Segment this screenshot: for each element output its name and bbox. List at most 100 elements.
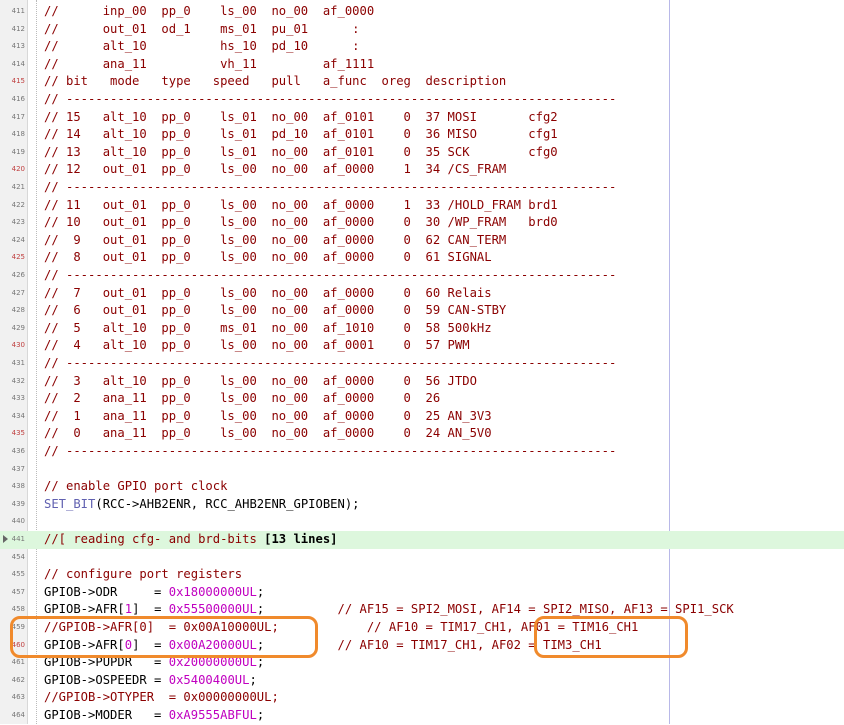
code-line[interactable]: 455 // configure port registers xyxy=(0,566,844,584)
code-line[interactable]: 432 // 3 alt_10 pp_0 ls_00 no_00 af_0000 … xyxy=(0,373,844,391)
code-text: // -------------------------------------… xyxy=(44,267,616,285)
line-number: 423 xyxy=(11,218,25,227)
code-token: // 4 alt_10 pp_0 ls_00 no_00 af_0001 0 5… xyxy=(44,338,470,353)
code-line[interactable]: 457 GPIOB->ODR = 0x18000000UL; xyxy=(0,584,844,602)
line-number: 411 xyxy=(11,7,25,15)
line-number: 434 xyxy=(11,411,25,420)
code-line[interactable]: 430 // 4 alt_10 pp_0 ls_00 no_00 af_0001 … xyxy=(0,337,844,355)
code-line[interactable]: 439 SET_BIT(RCC->AHB2ENR, RCC_AHB2ENR_GPI… xyxy=(0,496,844,514)
code-text: // 10 out_01 pp_0 ls_00 no_00 af_0000 0 … xyxy=(44,214,558,232)
code-token: // 10 out_01 pp_0 ls_00 no_00 af_0000 0 … xyxy=(44,215,558,230)
code-token: // 0 ana_11 pp_0 ls_00 no_00 af_0000 0 2… xyxy=(44,426,492,441)
line-number: 454 xyxy=(11,552,25,561)
code-text: // 3 alt_10 pp_0 ls_00 no_00 af_0000 0 5… xyxy=(44,373,477,391)
code-text: // 1 ana_11 pp_0 ls_00 no_00 af_0000 0 2… xyxy=(44,408,492,426)
line-number: 435 xyxy=(11,429,25,438)
code-token: // -------------------------------------… xyxy=(44,92,617,106)
code-line[interactable]: 421 // ----------------------------------… xyxy=(0,179,844,197)
code-line[interactable]: 464 GPIOB->MODER = 0xA9555ABFUL; xyxy=(0,707,844,725)
line-number: 438 xyxy=(11,482,25,491)
code-token: // -------------------------------------… xyxy=(44,268,617,282)
code-line[interactable]: 413 // alt_10 hs_10 pd_10 : xyxy=(0,38,844,56)
code-line[interactable]: 427 // 7 out_01 pp_0 ls_00 no_00 af_0000 … xyxy=(0,285,844,303)
line-number: 412 xyxy=(11,24,25,33)
code-token: // 8 out_01 pp_0 ls_00 no_00 af_0000 0 6… xyxy=(44,250,492,265)
code-line[interactable]: 438 // enable GPIO port clock xyxy=(0,478,844,496)
code-token: // AF15 = SPI2_MOSI, AF14 = SPI2_MISO, A… xyxy=(337,602,734,617)
code-token: // 3 alt_10 pp_0 ls_00 no_00 af_0000 0 5… xyxy=(44,373,477,388)
code-line[interactable]: 463 //GPIOB->OTYPER = 0x00000000UL; xyxy=(0,689,844,707)
code-line[interactable]: 454 xyxy=(0,549,844,567)
code-token: 1 xyxy=(124,602,133,617)
code-token: ; xyxy=(249,672,257,687)
code-token: // enable GPIO port clock xyxy=(44,479,228,494)
line-number: 431 xyxy=(11,359,25,367)
code-line[interactable]: 435 // 0 ana_11 pp_0 ls_00 no_00 af_0000 … xyxy=(0,425,844,443)
code-line[interactable]: 429 // 5 alt_10 pp_0 ms_01 no_00 af_1010 … xyxy=(0,320,844,338)
code-token: // 14 alt_10 pp_0 ls_01 pd_10 af_0101 0 … xyxy=(44,127,558,142)
code-token: // alt_10 hs_10 pd_10 : xyxy=(44,39,360,54)
code-token: // 9 out_01 pp_0 ls_00 no_00 af_0000 0 6… xyxy=(44,232,507,247)
code-line[interactable]: 414 // ana_11 vh_11 af_1111 xyxy=(0,56,844,74)
code-token: // inp_00 pp_0 ls_00 no_00 af_0000 xyxy=(44,4,375,18)
code-token: ; xyxy=(256,584,265,599)
code-line[interactable]: 426 // ----------------------------------… xyxy=(0,267,844,285)
code-line[interactable]: 411 // inp_00 pp_0 ls_00 no_00 af_0000 xyxy=(0,3,844,21)
code-text: // 7 out_01 pp_0 ls_00 no_00 af_0000 0 6… xyxy=(44,285,492,303)
line-number: 440 xyxy=(11,517,25,526)
code-token: 0xA9555ABFUL xyxy=(168,708,257,722)
code-token: // 11 out_01 pp_0 ls_00 no_00 af_0000 1 … xyxy=(44,197,558,212)
code-text: //[ reading cfg- and brd-bits [13 lines] xyxy=(44,531,338,549)
code-token: GPIOB->MODER = xyxy=(44,708,169,722)
code-line[interactable]: 440 xyxy=(0,513,844,531)
line-number: 436 xyxy=(11,447,25,455)
line-number: 425 xyxy=(11,253,25,262)
code-token: // out_01 od_1 ms_01 pu_01 : xyxy=(44,21,360,36)
code-line[interactable]: 434 // 1 ana_11 pp_0 ls_00 no_00 af_0000 … xyxy=(0,408,844,426)
code-text: GPIOB->MODER = 0xA9555ABFUL; xyxy=(44,707,264,725)
line-number: 420 xyxy=(11,165,25,174)
line-number: 416 xyxy=(11,95,25,103)
line-number: 421 xyxy=(11,183,25,191)
code-line[interactable]: 437 xyxy=(0,461,844,479)
code-token: (RCC->AHB2ENR, RCC_AHB2ENR_GPIOBEN); xyxy=(95,496,360,511)
code-token: 0x18000000UL xyxy=(168,584,257,599)
code-token: // 6 out_01 pp_0 ls_00 no_00 af_0000 0 5… xyxy=(44,303,507,318)
code-line[interactable]: 417 // 15 alt_10 pp_0 ls_01 no_00 af_0101… xyxy=(0,109,844,127)
code-token: // -------------------------------------… xyxy=(44,444,617,458)
code-text: // 8 out_01 pp_0 ls_00 no_00 af_0000 0 6… xyxy=(44,249,492,267)
code-editor[interactable]: 411 // inp_00 pp_0 ls_00 no_00 af_0000 412… xyxy=(0,0,844,724)
highlight-box-afr0-lines xyxy=(10,616,318,658)
code-token: 0x5400400UL xyxy=(168,672,250,687)
code-line[interactable]: 423 // 10 out_01 pp_0 ls_00 no_00 af_0000… xyxy=(0,214,844,232)
code-line[interactable]: 420 // 12 out_01 pp_0 ls_00 no_00 af_0000… xyxy=(0,161,844,179)
code-line[interactable]: 433 // 2 ana_11 pp_0 ls_00 no_00 af_0000 … xyxy=(0,390,844,408)
code-line[interactable]: 462 GPIOB->OSPEEDR = 0x5400400UL; xyxy=(0,672,844,690)
code-text: // 11 out_01 pp_0 ls_00 no_00 af_0000 1 … xyxy=(44,197,558,215)
fold-expand-icon[interactable] xyxy=(3,535,8,543)
code-line[interactable]: 416 // ----------------------------------… xyxy=(0,91,844,109)
code-token: //GPIOB->OTYPER = 0x00000000UL; xyxy=(44,690,279,705)
code-line[interactable]: 436 // ----------------------------------… xyxy=(0,443,844,461)
code-text: // 13 alt_10 pp_0 ls_01 no_00 af_0101 0 … xyxy=(44,144,558,162)
code-text: // bit mode type speed pull a_func oreg … xyxy=(44,73,506,91)
code-line[interactable]: 419 // 13 alt_10 pp_0 ls_01 no_00 af_0101… xyxy=(0,144,844,162)
code-line[interactable]: 425 // 8 out_01 pp_0 ls_00 no_00 af_0000 … xyxy=(0,249,844,267)
code-line[interactable]: 418 // 14 alt_10 pp_0 ls_01 pd_10 af_0101… xyxy=(0,126,844,144)
code-line[interactable]: 412 // out_01 od_1 ms_01 pu_01 : xyxy=(0,21,844,39)
code-line[interactable]: 441//[ reading cfg- and brd-bits [13 lin… xyxy=(0,531,844,549)
code-text: // -------------------------------------… xyxy=(44,179,616,197)
line-number: 455 xyxy=(11,570,25,579)
line-number: 415 xyxy=(11,77,25,86)
code-line[interactable]: 428 // 6 out_01 pp_0 ls_00 no_00 af_0000 … xyxy=(0,302,844,320)
code-token: SET_BIT xyxy=(44,496,96,511)
code-token: // ana_11 vh_11 af_1111 xyxy=(44,56,375,71)
code-line[interactable]: 424 // 9 out_01 pp_0 ls_00 no_00 af_0000 … xyxy=(0,232,844,250)
code-line[interactable]: 431 // ----------------------------------… xyxy=(0,355,844,373)
code-token: ; xyxy=(256,602,338,617)
code-line[interactable]: 422 // 11 out_01 pp_0 ls_00 no_00 af_0000… xyxy=(0,197,844,215)
line-number: 419 xyxy=(11,147,25,156)
code-line[interactable]: 415 // bit mode type speed pull a_func or… xyxy=(0,73,844,91)
code-text: // 9 out_01 pp_0 ls_00 no_00 af_0000 0 6… xyxy=(44,232,506,250)
code-text: // ana_11 vh_11 af_1111 xyxy=(44,56,374,74)
